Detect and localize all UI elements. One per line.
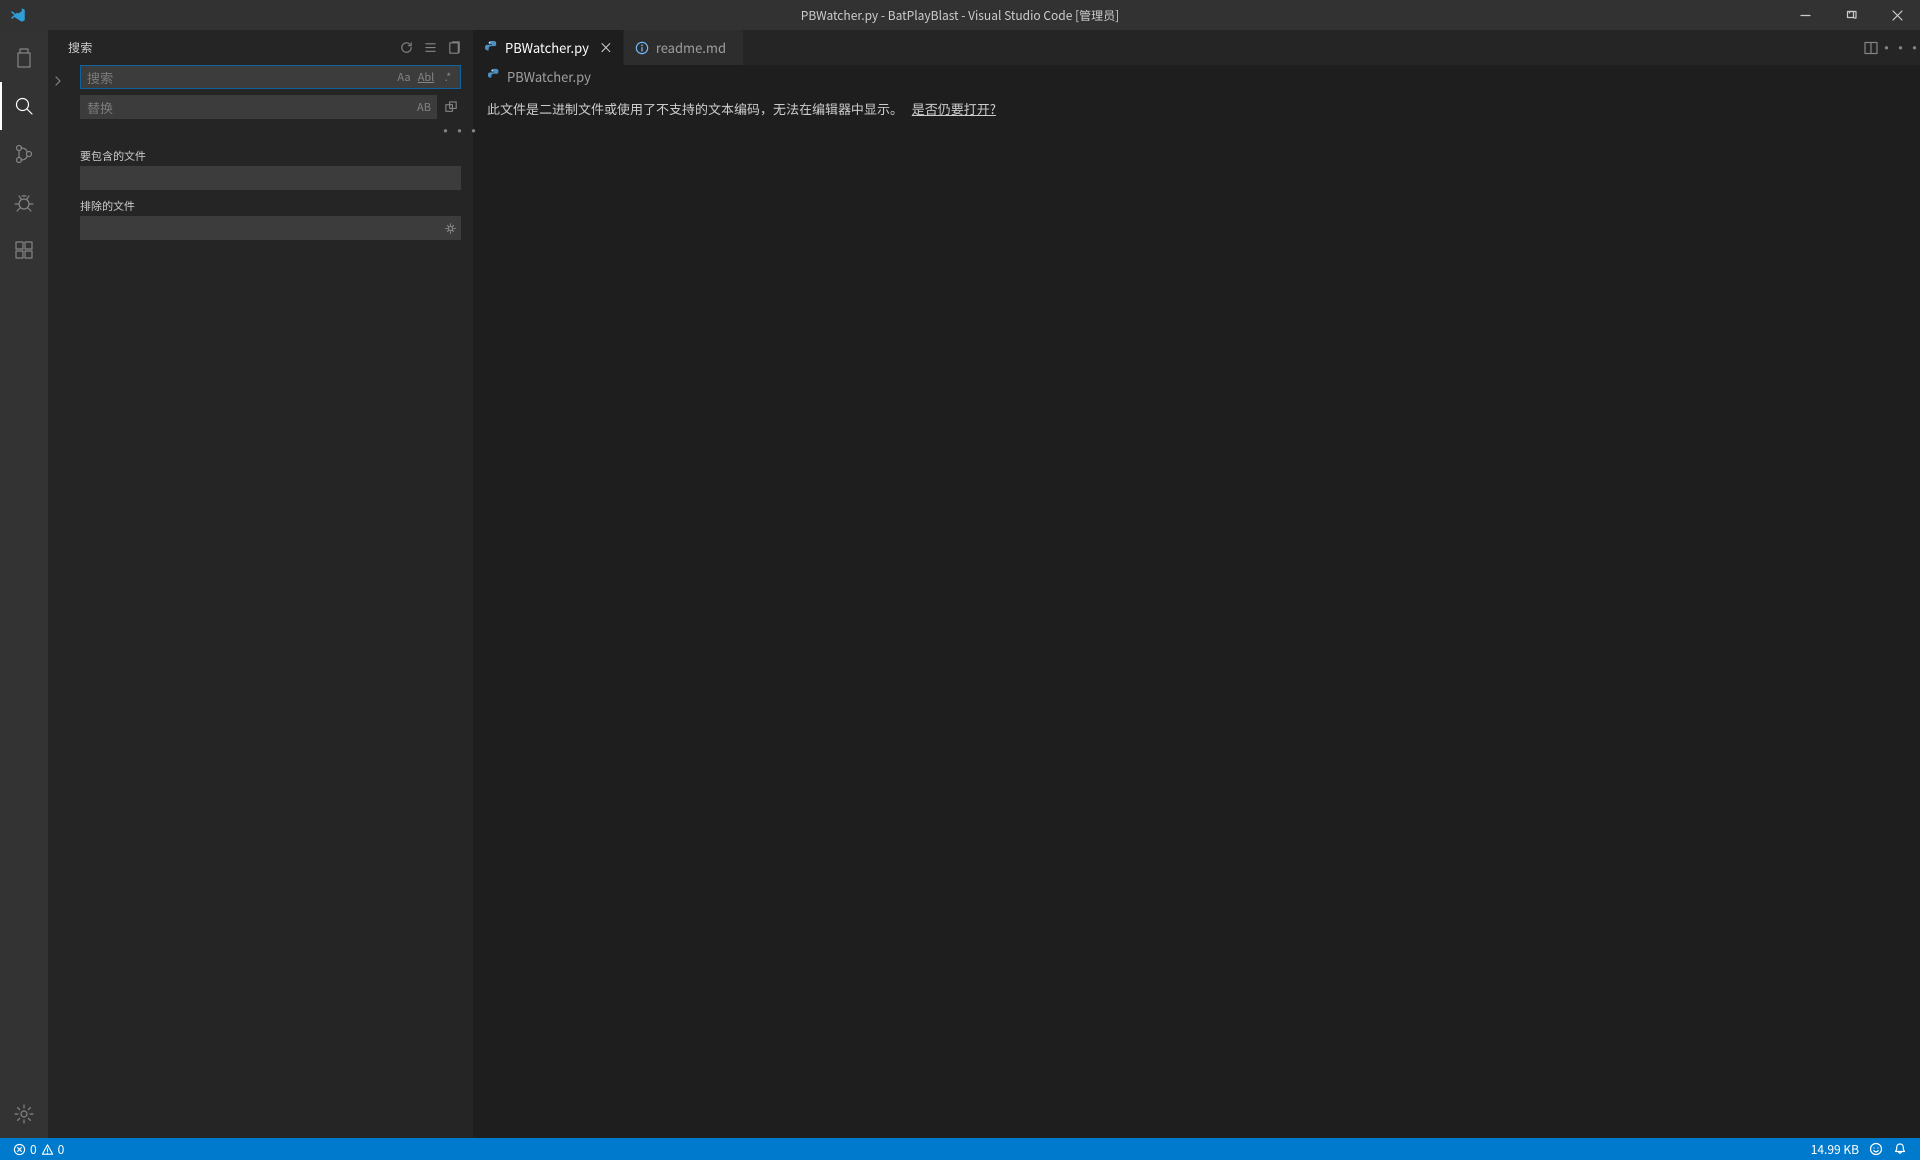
tab-label: PBWatcher.py: [505, 38, 589, 57]
activity-search[interactable]: [0, 82, 48, 130]
include-input-row: [80, 166, 461, 190]
toggle-replace-icon[interactable]: [50, 71, 66, 91]
sidebar-search: 搜索 Aa Abl .* AB: [48, 30, 473, 1138]
binary-file-message: 此文件是二进制文件或使用了不支持的文本编码，无法在编辑器中显示。: [487, 99, 903, 118]
python-icon: [487, 67, 501, 86]
tab-readme[interactable]: readme.md: [624, 30, 744, 65]
refresh-icon[interactable]: [395, 37, 417, 59]
editor-group: PBWatcher.py × readme.md ··· PBWatcher.p…: [473, 30, 1920, 1138]
status-notifications-icon[interactable]: [1888, 1138, 1912, 1160]
more-actions-icon[interactable]: ···: [1888, 35, 1914, 61]
activity-debug[interactable]: [0, 178, 48, 226]
sidebar-header: 搜索: [48, 30, 473, 65]
status-problems[interactable]: 0 0: [8, 1138, 69, 1160]
status-filesize[interactable]: 14.99 KB: [1806, 1138, 1864, 1160]
window-controls: [1782, 0, 1920, 30]
exclude-label: 排除的文件: [80, 198, 461, 214]
python-icon: [483, 40, 499, 56]
search-input-row: Aa Abl .*: [80, 65, 461, 89]
status-feedback-icon[interactable]: [1864, 1138, 1888, 1160]
exclude-input-row: [80, 216, 461, 240]
activity-extensions[interactable]: [0, 226, 48, 274]
warnings-count: 0: [58, 1141, 65, 1158]
replace-input-row: AB: [80, 95, 437, 119]
activity-settings[interactable]: [0, 1090, 48, 1138]
activity-source-control[interactable]: [0, 130, 48, 178]
search-input[interactable]: [81, 66, 394, 88]
info-icon: [634, 40, 650, 56]
minimize-button[interactable]: [1782, 0, 1828, 30]
activity-explorer[interactable]: [0, 34, 48, 82]
match-case-toggle[interactable]: Aa: [394, 67, 414, 87]
editor-content: 此文件是二进制文件或使用了不支持的文本编码，无法在编辑器中显示。 是否仍要打开?: [473, 87, 1920, 1138]
use-exclude-settings-icon[interactable]: [439, 221, 461, 236]
vscode-icon: [0, 6, 35, 24]
match-whole-word-toggle[interactable]: Abl: [416, 67, 436, 87]
tab-label: readme.md: [656, 38, 726, 57]
titlebar: PBWatcher.py - BatPlayBlast - Visual Stu…: [0, 0, 1920, 30]
tab-pbwatcher[interactable]: PBWatcher.py ×: [473, 30, 624, 65]
open-anyway-link[interactable]: 是否仍要打开?: [912, 99, 996, 118]
tabs-bar: PBWatcher.py × readme.md ···: [473, 30, 1920, 65]
status-bar: 0 0 14.99 KB: [0, 1138, 1920, 1160]
replace-input[interactable]: [81, 96, 414, 118]
regex-toggle[interactable]: .*: [438, 67, 458, 87]
replace-all-icon[interactable]: [441, 97, 461, 117]
new-search-editor-icon[interactable]: [443, 37, 465, 59]
window-title: PBWatcher.py - BatPlayBlast - Visual Stu…: [0, 7, 1920, 24]
activity-bar: [0, 30, 48, 1138]
close-icon[interactable]: ×: [599, 38, 613, 58]
breadcrumb[interactable]: PBWatcher.py: [473, 65, 1920, 87]
breadcrumb-label: PBWatcher.py: [507, 67, 591, 86]
sidebar-title: 搜索: [68, 39, 393, 56]
clear-results-icon[interactable]: [419, 37, 441, 59]
toggle-search-details-icon[interactable]: ···: [439, 121, 461, 140]
errors-count: 0: [30, 1141, 37, 1158]
preserve-case-toggle[interactable]: AB: [414, 97, 434, 117]
exclude-input[interactable]: [80, 216, 439, 240]
maximize-button[interactable]: [1828, 0, 1874, 30]
close-button[interactable]: [1874, 0, 1920, 30]
include-label: 要包含的文件: [80, 148, 461, 164]
include-input[interactable]: [80, 166, 461, 190]
